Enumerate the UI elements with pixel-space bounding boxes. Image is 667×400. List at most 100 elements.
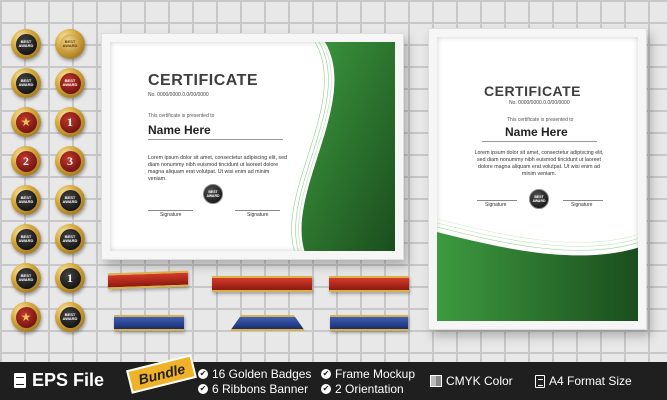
cmyk-swatch-icon (430, 375, 442, 387)
feature-golden-badges: ✔ 16 Golden Badges (198, 367, 311, 381)
badge-text: AWARD (18, 238, 34, 243)
presented-text: This certificate is presented to (507, 117, 574, 123)
feature-orientation: ✔ 2 Orientation (321, 382, 404, 396)
badge-core: 2 (15, 150, 37, 172)
feature-frame-mockup: ✔ Frame Mockup (321, 367, 415, 381)
medal-text-2: AWARD (532, 199, 546, 203)
badge-text: AWARD (18, 82, 34, 87)
check-icon: ✔ (198, 369, 208, 379)
golden-badge: BEST AWARD (55, 185, 85, 215)
badge-text: AWARD (18, 199, 34, 204)
badge-text: AWARD (62, 199, 78, 204)
golden-badge: BEST AWARD (55, 224, 85, 254)
golden-badge: 1 (55, 263, 85, 293)
landscape-certificate-frame: CERTIFICATE No. 0000/0000.0.0/00/0000 Th… (101, 33, 404, 260)
signature-label-right: Signature (247, 212, 269, 218)
badge-text: AWARD (62, 316, 78, 321)
badge-core: BEST AWARD (59, 33, 81, 55)
golden-badge: BEST AWARD (11, 263, 41, 293)
star-icon: ★ (20, 310, 32, 324)
portrait-certificate: CERTIFICATE No. 0000/0000.0.0/00/0000 Th… (437, 37, 638, 321)
red-ribbon-banner (108, 270, 188, 290)
badge-core: BEST AWARD (15, 228, 37, 250)
features-bar: EPS File Bundle ✔ 16 Golden Badges ✔ 6 R… (0, 354, 667, 400)
badge-core: 3 (59, 150, 81, 172)
feature-text: Frame Mockup (335, 367, 416, 381)
golden-badge: BEST AWARD (11, 224, 41, 254)
feature-text: CMYK Color (446, 374, 513, 388)
portrait-certificate-frame: CERTIFICATE No. 0000/0000.0.0/00/0000 Th… (428, 28, 647, 330)
signature-label-left: Signature (160, 212, 182, 218)
medal-text-2: AWARD (206, 194, 220, 198)
badge-core: BEST AWARD (59, 306, 81, 328)
signature-line-right (563, 200, 603, 201)
feature-text: 6 Ribbons Banner (212, 382, 309, 396)
badge-text: AWARD (62, 43, 78, 48)
badge-core: 1 (59, 111, 81, 133)
badge-core: BEST AWARD (59, 228, 81, 250)
badge-core: BEST AWARD (15, 33, 37, 55)
best-award-medal: BEST AWARD (203, 184, 223, 204)
badge-text: AWARD (18, 43, 34, 48)
golden-badge: BEST AWARD (55, 68, 85, 98)
badge-number: 1 (67, 115, 73, 129)
badge-number: 3 (67, 154, 73, 168)
badge-core: BEST AWARD (15, 72, 37, 94)
best-award-medal: BEST AWARD (529, 189, 549, 209)
badge-core: BEST AWARD (59, 72, 81, 94)
eps-file-text: EPS File (32, 370, 105, 390)
certificate-body: Lorem ipsum dolor sit amet, consectetur … (148, 155, 287, 182)
check-icon: ✔ (321, 384, 331, 394)
golden-badge: BEST AWARD (55, 302, 85, 332)
certificate-number: No. 0000/0000.0.0/00/0000 (509, 100, 570, 106)
golden-badge: BEST AWARD (11, 185, 41, 215)
landscape-certificate: CERTIFICATE No. 0000/0000.0.0/00/0000 Th… (110, 42, 395, 251)
check-icon: ✔ (198, 384, 208, 394)
blue-ribbon-banner (114, 315, 184, 331)
golden-badge: BEST AWARD (11, 68, 41, 98)
signature-line-right (235, 210, 280, 211)
badge-text: AWARD (62, 238, 78, 243)
badge-core: 1 (59, 267, 81, 289)
recipient-name: Name Here (505, 125, 568, 139)
eps-file-label: EPS File (14, 370, 104, 391)
blue-ribbon-banner (230, 315, 305, 331)
feature-text: 16 Golden Badges (212, 367, 312, 381)
badge-number: 2 (23, 154, 29, 168)
certificate-title: CERTIFICATE (484, 83, 582, 99)
badge-text: AWARD (18, 277, 34, 282)
golden-badge: 1 (55, 107, 85, 137)
feature-cmyk: CMYK Color (430, 374, 513, 388)
badge-core: ★ (15, 111, 37, 133)
presented-text: This certificate is presented to (148, 113, 215, 119)
badge-core: BEST AWARD (15, 189, 37, 211)
feature-text: A4 Format Size (549, 374, 632, 388)
badge-number: 1 (67, 271, 73, 285)
badge-text: AWARD (62, 82, 78, 87)
feature-ribbons-banner: ✔ 6 Ribbons Banner (198, 382, 308, 396)
badge-core: BEST AWARD (59, 189, 81, 211)
certificate-body: Lorem ipsum dolor sit amet, consectetur … (474, 150, 604, 177)
signature-line-left (477, 200, 517, 201)
certificate-number: No. 0000/0000.0.0/00/0000 (148, 92, 209, 98)
signature-line-left (148, 210, 193, 211)
signature-label-left: Signature (485, 202, 507, 208)
golden-badge: BEST AWARD (11, 29, 41, 59)
name-underline (482, 141, 597, 142)
a4-page-icon (535, 374, 545, 388)
feature-a4: A4 Format Size (535, 374, 632, 388)
name-underline (148, 139, 283, 140)
golden-badge: BEST AWARD (55, 29, 85, 59)
feature-text: 2 Orientation (335, 382, 404, 396)
golden-badge: 3 (55, 146, 85, 176)
golden-badge: 2 (11, 146, 41, 176)
document-icon (14, 373, 26, 388)
badge-core: ★ (15, 306, 37, 328)
check-icon: ✔ (321, 369, 331, 379)
recipient-name: Name Here (148, 123, 211, 137)
golden-badge: ★ (11, 107, 41, 137)
green-wave-decoration (437, 218, 638, 321)
star-icon: ★ (20, 115, 32, 129)
red-ribbon-banner (212, 276, 312, 292)
signature-label-right: Signature (571, 202, 593, 208)
